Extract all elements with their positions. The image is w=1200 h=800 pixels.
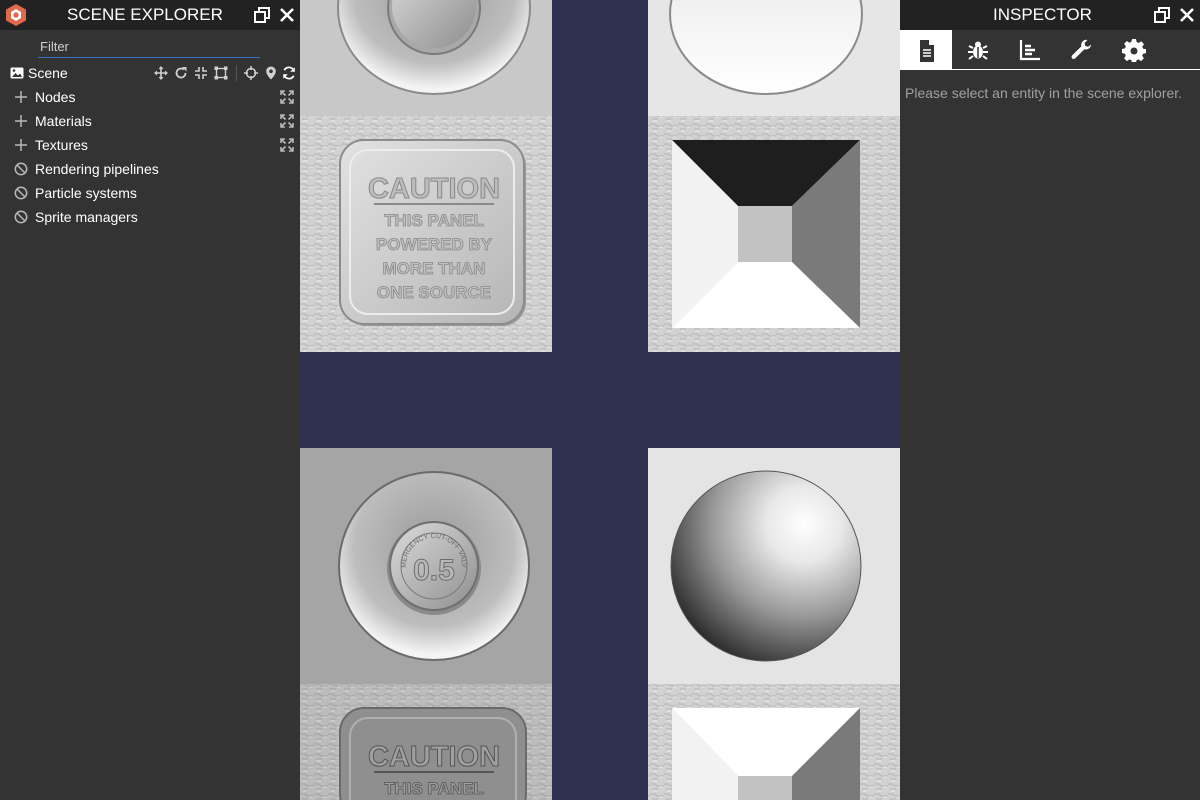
debug-bug-icon <box>968 41 988 60</box>
ban-icon <box>14 210 28 224</box>
render-canvas[interactable]: CAUTION THIS PANEL POWERED BY MORE THAN … <box>300 0 900 800</box>
tools-wrench-icon <box>1071 39 1091 60</box>
babylon-logo-icon <box>4 3 28 27</box>
tree-item-materials[interactable]: Materials <box>0 110 300 132</box>
inspector-tabs <box>900 30 1200 70</box>
filter-input[interactable] <box>38 36 260 58</box>
expand-all-icon[interactable] <box>280 114 294 128</box>
tab-debug[interactable] <box>952 30 1004 70</box>
caution-line: THIS PANEL <box>384 211 484 230</box>
scene-explorer-panel: SCENE EXPLORER Scene <box>0 0 300 800</box>
scene-label[interactable]: Scene <box>28 65 68 81</box>
tab-tools[interactable] <box>1056 30 1108 70</box>
caution-line: POWERED BY <box>376 235 493 254</box>
scale-gizmo-icon[interactable] <box>194 66 208 80</box>
tree-item-textures[interactable]: Textures <box>0 134 300 156</box>
close-icon[interactable] <box>278 6 296 24</box>
tree-item-rendering-pipelines: Rendering pipelines <box>0 158 300 180</box>
inspector-title: INSPECTOR <box>993 5 1092 24</box>
popout-window-icon[interactable] <box>1153 6 1171 24</box>
plus-icon[interactable] <box>14 138 28 152</box>
tree-item-label: Sprite managers <box>35 209 138 225</box>
tile-top-right <box>648 0 900 352</box>
tile-top-left: CAUTION THIS PANEL POWERED BY MORE THAN … <box>300 0 552 352</box>
crosshair-icon[interactable] <box>244 66 258 80</box>
scene-explorer-title: SCENE EXPLORER <box>67 5 223 24</box>
ban-icon <box>14 186 28 200</box>
caution-word: CAUTION <box>368 741 500 773</box>
caution-word: CAUTION <box>368 173 500 205</box>
tile-bottom-right <box>648 448 900 800</box>
statistics-chart-icon <box>1019 40 1040 61</box>
plus-icon[interactable] <box>14 90 28 104</box>
plus-icon[interactable] <box>14 114 28 128</box>
valve-value: 0.5 <box>413 554 455 587</box>
tree-item-sprite-managers: Sprite managers <box>0 206 300 228</box>
scene-explorer-header: SCENE EXPLORER <box>0 0 300 30</box>
rotate-gizmo-icon[interactable] <box>174 66 188 80</box>
map-marker-icon[interactable] <box>264 66 278 80</box>
inspector-empty-message: Please select an entity in the scene exp… <box>905 85 1183 101</box>
scene-render[interactable]: CAUTION THIS PANEL POWERED BY MORE THAN … <box>300 0 900 800</box>
translate-gizmo-icon[interactable] <box>154 66 168 80</box>
tree-item-label[interactable]: Nodes <box>35 89 75 105</box>
tree-item-particle-systems: Particle systems <box>0 182 300 204</box>
bounding-box-gizmo-icon[interactable] <box>214 66 228 80</box>
tree-item-label: Rendering pipelines <box>35 161 159 177</box>
inspector-panel: INSPECTOR Please select an entity in the… <box>900 0 1200 800</box>
tree-item-label: Particle systems <box>35 185 137 201</box>
inspector-header: INSPECTOR <box>900 0 1200 30</box>
image-icon <box>10 66 24 80</box>
tab-statistics[interactable] <box>1004 30 1056 70</box>
tab-properties[interactable] <box>900 30 952 70</box>
caution-line: MORE THAN <box>383 259 486 278</box>
tree-item-label[interactable]: Textures <box>35 137 88 153</box>
tree-item-label[interactable]: Materials <box>35 113 92 129</box>
expand-all-icon[interactable] <box>280 138 294 152</box>
ban-icon <box>14 162 28 176</box>
tab-settings[interactable] <box>1108 30 1160 70</box>
tree-item-nodes[interactable]: Nodes <box>0 86 300 108</box>
toolbar-separator <box>236 65 237 81</box>
properties-document-icon <box>920 40 934 62</box>
scene-root-row[interactable]: Scene <box>0 62 300 84</box>
expand-all-icon[interactable] <box>280 90 294 104</box>
settings-gear-icon <box>1122 39 1146 62</box>
caution-line: THIS PANEL <box>384 779 484 798</box>
popout-window-icon[interactable] <box>253 6 271 24</box>
refresh-icon[interactable] <box>282 66 296 80</box>
close-icon[interactable] <box>1178 6 1196 24</box>
caution-line: ONE SOURCE <box>377 283 491 302</box>
